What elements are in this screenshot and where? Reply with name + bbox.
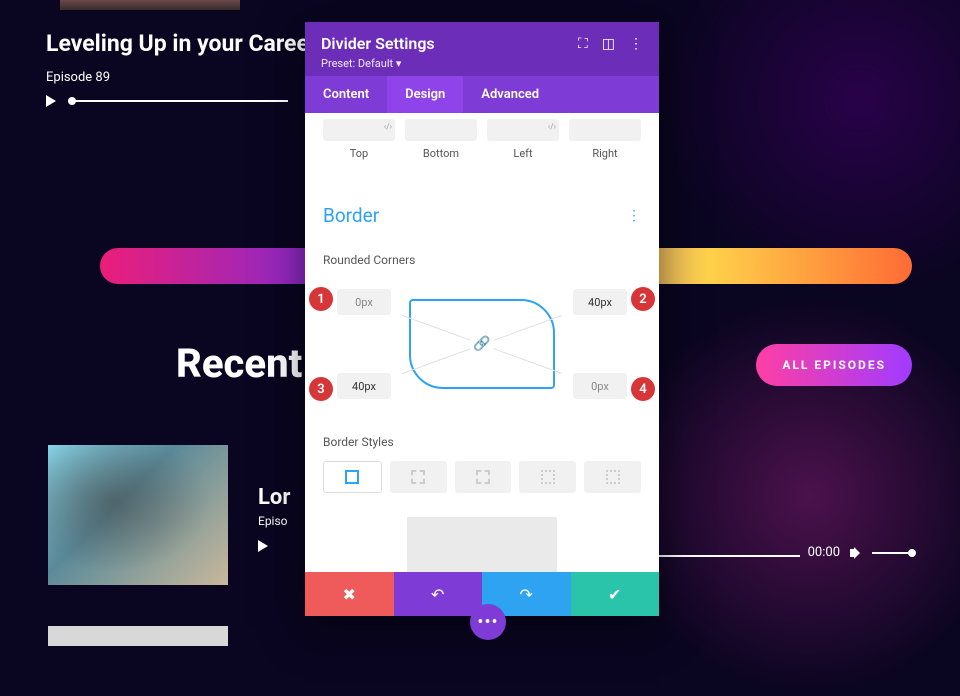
border-styles-label: Border Styles [323,435,641,449]
kebab-menu-icon[interactable]: ⋮ [629,36,643,52]
hero-subtitle: Episode 89 [46,70,110,85]
episode-time: 00:00 [808,545,840,560]
volume-icon[interactable] [850,547,862,559]
hero-thumbnail [60,0,240,10]
border-preview-box [407,517,557,572]
hero-title: Leveling Up in your Career, w [46,30,344,57]
play-icon[interactable] [258,540,268,552]
save-button[interactable]: ✔ [571,572,660,616]
episode-thumbnail[interactable] [48,445,228,585]
rounded-corners-control: 1 2 3 4 0px 40px 40px 0px 🔗 [323,279,641,409]
step-marker-1: 1 [309,287,333,311]
hero-progress-bar[interactable] [68,100,288,102]
cancel-button[interactable]: ✖ [305,572,394,616]
spacing-right-input[interactable] [569,119,641,141]
spacing-left-input[interactable]: ‹/› [487,119,559,141]
spacing-top-input[interactable]: ‹/› [323,119,395,141]
divider-settings-modal: Divider Settings ⛶ ◫ ⋮ Preset: Default ▾… [305,22,659,616]
border-style-bottom[interactable] [519,461,576,493]
corner-top-right-input[interactable]: 40px [573,289,627,315]
step-marker-3: 3 [309,377,333,401]
corner-preview-shape: 🔗 [409,299,555,389]
columns-icon[interactable]: ◫ [602,36,615,52]
tab-content[interactable]: Content [305,76,387,113]
all-episodes-button[interactable]: ALL EPISODES [756,344,912,386]
border-style-all[interactable] [323,461,382,493]
modal-title: Divider Settings [321,34,435,53]
expand-icon[interactable]: ⛶ [578,36,588,52]
link-corners-icon[interactable]: 🔗 [470,336,493,352]
page-settings-fab[interactable]: ••• [470,604,506,640]
dynamic-icon[interactable]: ‹/› [548,122,556,131]
border-style-top[interactable] [390,461,447,493]
play-icon[interactable] [46,95,56,107]
episode-thumbnail[interactable] [48,626,228,646]
tab-advanced[interactable]: Advanced [463,76,557,113]
episode-title: Lor [258,485,290,510]
tab-design[interactable]: Design [387,76,463,113]
border-style-left[interactable] [584,461,641,493]
corner-bottom-left-input[interactable]: 40px [337,373,391,399]
dynamic-icon[interactable]: ‹/› [384,122,392,131]
step-marker-4: 4 [631,377,655,401]
volume-slider[interactable] [872,552,912,554]
border-section-title[interactable]: Border [323,204,379,227]
corner-bottom-right-input[interactable]: 0px [573,373,627,399]
episode-subtitle: Episo [258,514,290,528]
undo-button[interactable]: ↶ [394,572,483,616]
preset-dropdown[interactable]: Preset: Default ▾ [321,57,643,70]
spacing-bottom-input[interactable] [405,119,477,141]
recent-heading: Recent [176,340,302,387]
border-style-right[interactable] [455,461,512,493]
section-menu-icon[interactable]: ⋮ [627,208,641,224]
rounded-corners-label: Rounded Corners [323,253,641,267]
corner-top-left-input[interactable]: 0px [337,289,391,315]
step-marker-2: 2 [631,287,655,311]
